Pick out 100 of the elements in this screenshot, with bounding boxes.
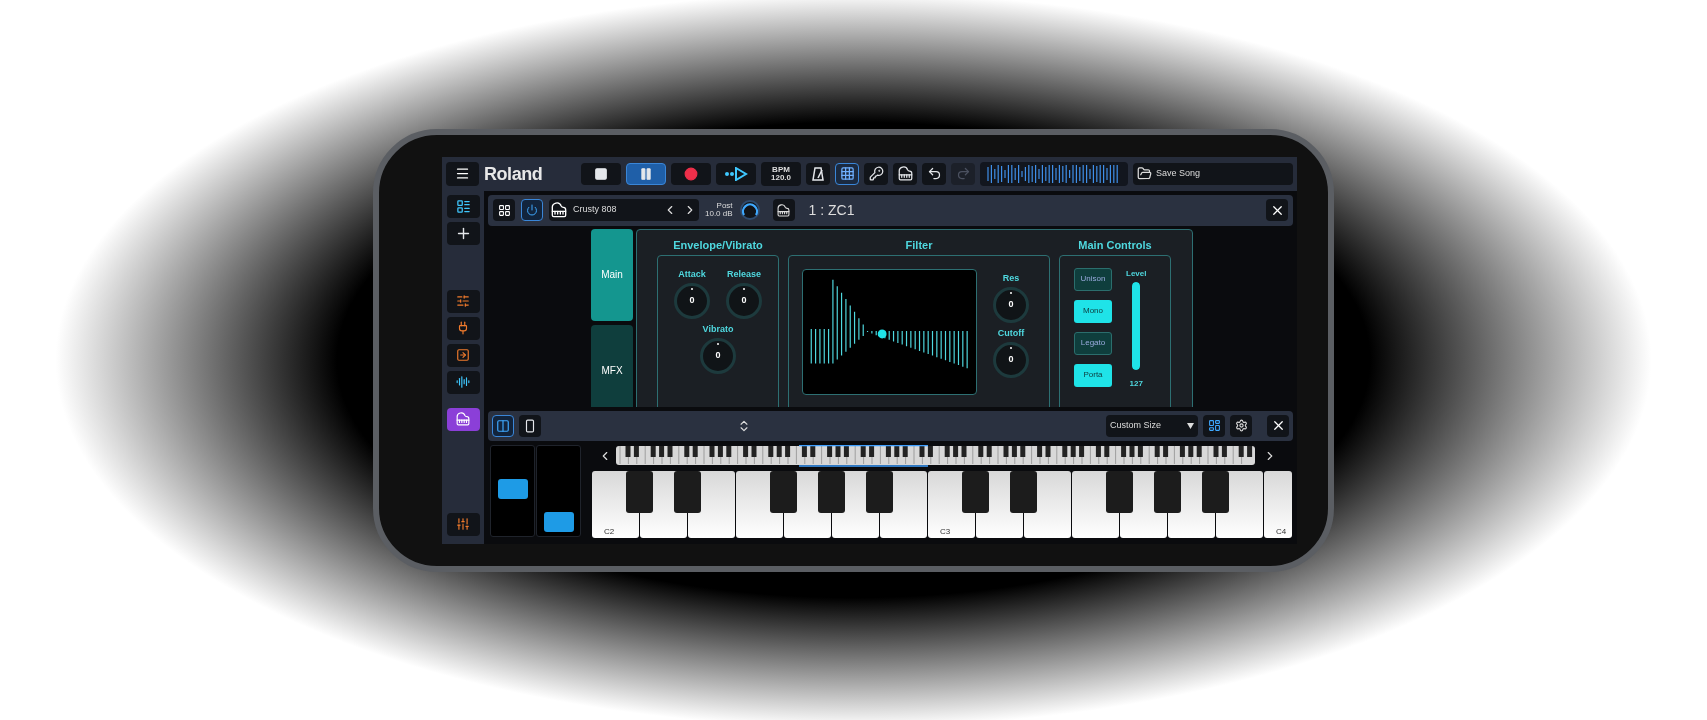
- toggle-button[interactable]: Porta: [1074, 363, 1112, 387]
- save-song-button[interactable]: Save Song: [1133, 162, 1293, 185]
- layout-button[interactable]: [1203, 414, 1225, 437]
- piano-icon: [456, 412, 470, 426]
- level-label: Level: [1126, 269, 1147, 278]
- keyboard-sidebar-button[interactable]: [446, 407, 480, 431]
- pause-button[interactable]: [626, 162, 666, 185]
- power-button[interactable]: [521, 199, 543, 221]
- layout-icon: [1207, 419, 1221, 432]
- knob-label: Release: [727, 269, 761, 279]
- grid-icon: [497, 203, 511, 217]
- piano-icon: [777, 203, 791, 217]
- fx-sidebar-button[interactable]: [446, 289, 480, 313]
- plug-icon: [456, 321, 470, 335]
- record-button[interactable]: [671, 162, 711, 185]
- knob[interactable]: 0: [700, 337, 736, 374]
- grid-button[interactable]: [835, 162, 859, 185]
- pause-icon: [639, 166, 653, 181]
- section-title: Envelope/Vibrato: [673, 239, 763, 251]
- power-icon: [526, 204, 538, 216]
- preset-selector[interactable]: Crusty 808: [549, 199, 699, 221]
- level-slider[interactable]: [1132, 281, 1141, 370]
- split-view-button[interactable]: [492, 414, 514, 437]
- stop-icon: [594, 166, 608, 181]
- knob[interactable]: 0: [726, 282, 762, 319]
- bpm-label: BPM: [772, 165, 790, 174]
- piano-button[interactable]: [893, 162, 917, 185]
- list-icon: [455, 198, 471, 214]
- filter-curve-graph[interactable]: [802, 268, 977, 395]
- grid-button[interactable]: [493, 199, 515, 221]
- redo-icon: [955, 166, 971, 181]
- bpm-display[interactable]: BPM 120.0: [761, 161, 801, 186]
- section-title: Main Controls: [1078, 239, 1152, 251]
- knob-label: Res: [1002, 273, 1020, 283]
- menu-button[interactable]: [446, 161, 479, 186]
- tracks-sidebar-button[interactable]: [446, 194, 480, 218]
- size-dropdown[interactable]: Custom Size: [1106, 414, 1198, 437]
- plug-sidebar-button[interactable]: [446, 316, 480, 340]
- post-label: Post: [716, 202, 733, 210]
- undo-icon: [926, 166, 942, 181]
- pad-slider[interactable]: [536, 444, 581, 537]
- key-label: C3: [940, 526, 951, 536]
- knob-label: Attack: [678, 269, 706, 279]
- pad-slider[interactable]: [490, 444, 535, 537]
- knob-label: Vibrato: [702, 324, 734, 334]
- toggle-button[interactable]: Mono: [1074, 299, 1112, 323]
- single-view-button[interactable]: [519, 414, 541, 437]
- play-dots-icon: [724, 166, 748, 181]
- audio-sidebar-button[interactable]: [446, 370, 480, 394]
- gain-knob[interactable]: [738, 199, 761, 221]
- stop-button[interactable]: [581, 162, 621, 185]
- menu-icon: [455, 166, 470, 181]
- piano-keyboard-drawing[interactable]: [592, 470, 1292, 538]
- key-label: C4: [1276, 526, 1287, 536]
- part-name: 1 : ZC1: [808, 200, 856, 220]
- close-button[interactable]: [1266, 199, 1288, 221]
- settings-button[interactable]: [1230, 414, 1252, 437]
- settings-icon: [1234, 419, 1248, 432]
- toggle-button[interactable]: Legato: [1074, 331, 1112, 355]
- waveform-display[interactable]: [980, 161, 1128, 186]
- keyboard-overview-strip[interactable]: [616, 444, 1255, 467]
- add-sidebar-button[interactable]: [446, 221, 480, 245]
- grid-icon: [839, 166, 855, 181]
- post-value: 10.0 dB: [705, 210, 733, 218]
- toggle-button[interactable]: Unison: [1074, 267, 1112, 291]
- piano-button[interactable]: [772, 199, 795, 221]
- key-button[interactable]: [864, 162, 888, 185]
- close-button[interactable]: [1267, 414, 1289, 437]
- pad-thumb[interactable]: [497, 478, 528, 499]
- editor-tab[interactable]: MFX: [591, 324, 633, 407]
- bpm-value: 120.0: [771, 173, 791, 182]
- section-title: Filter: [905, 239, 933, 251]
- mixer-sidebar-button[interactable]: [446, 512, 480, 536]
- editor-tab[interactable]: Main: [591, 228, 633, 321]
- folder-icon: [1137, 166, 1152, 181]
- undo-button[interactable]: [922, 162, 946, 185]
- arrow-box-icon: [456, 348, 470, 362]
- roland-logo: Roland: [484, 164, 544, 183]
- dropdown-arrow-icon: [1187, 422, 1194, 429]
- import-sidebar-button[interactable]: [446, 343, 480, 367]
- record-icon: [684, 166, 698, 181]
- piano-icon: [897, 166, 913, 181]
- sliders-icon: [456, 294, 470, 308]
- knob[interactable]: 0: [674, 282, 710, 319]
- split-view-icon: [496, 418, 510, 433]
- play-next-button[interactable]: [716, 162, 756, 185]
- key-icon: [868, 166, 884, 181]
- audio-lines-icon: [456, 375, 470, 389]
- knob[interactable]: 0: [993, 286, 1029, 323]
- pad-thumb[interactable]: [543, 512, 574, 532]
- mixer-icon: [456, 517, 470, 531]
- preset-name: Crusty 808: [573, 203, 618, 217]
- key-label: C2: [604, 526, 615, 536]
- piano-icon: [551, 202, 567, 218]
- size-dropdown-value: Custom Size: [1110, 418, 1162, 432]
- metronome-icon: [812, 166, 824, 181]
- level-reading: 127: [1129, 379, 1143, 388]
- metronome-button[interactable]: [806, 162, 830, 185]
- knob-label: Cutoff: [997, 328, 1025, 338]
- knob[interactable]: 0: [993, 341, 1029, 378]
